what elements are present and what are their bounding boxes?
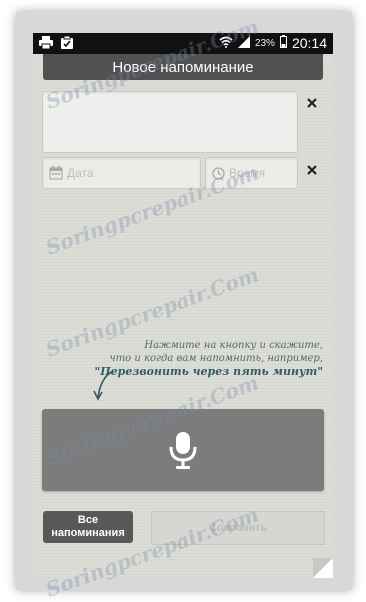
- microphone-icon: [169, 432, 197, 469]
- status-bar: 23% 20:14: [33, 33, 333, 54]
- battery-percent: 23%: [254, 37, 275, 49]
- voice-hint: Нажмите на кнопку и скажите, что и когда…: [93, 339, 323, 378]
- all-reminders-label-2: напоминания: [51, 527, 125, 539]
- wifi-icon: [219, 36, 233, 51]
- time-placeholder: Время: [229, 166, 266, 180]
- phone-screen: 23% 20:14 Новое напоминание Дата Время Н…: [33, 33, 333, 578]
- date-placeholder: Дата: [67, 166, 94, 180]
- print-icon: [39, 36, 53, 52]
- hint-line-2: что и когда вам напомнить, например,: [109, 353, 323, 364]
- close-icon: [307, 98, 317, 108]
- save-button[interactable]: Сохранить: [151, 511, 325, 545]
- clear-datetime-button[interactable]: [305, 164, 319, 178]
- all-reminders-label-1: Все: [77, 514, 99, 526]
- clock-time: 20:14: [291, 35, 327, 51]
- time-field[interactable]: Время: [205, 157, 298, 189]
- microphone-button[interactable]: [42, 409, 324, 491]
- curved-arrow-icon: [93, 370, 114, 401]
- page-title: Новое напоминание: [43, 54, 323, 80]
- date-field[interactable]: Дата: [42, 157, 201, 189]
- close-icon: [307, 165, 317, 175]
- all-reminders-button[interactable]: Все напоминания: [43, 511, 133, 543]
- page-curl-fold: [313, 558, 333, 578]
- signal-icon: [237, 35, 250, 51]
- clipboard-check-icon: [61, 35, 73, 52]
- clock-icon: [212, 166, 225, 180]
- hint-line-1: Нажмите на кнопку и скажите,: [144, 340, 323, 351]
- calendar-icon: [49, 166, 63, 180]
- hint-example: "Перезвонить через пять минут": [94, 365, 323, 378]
- reminder-text-field[interactable]: [42, 91, 298, 153]
- clear-text-button[interactable]: [305, 97, 319, 111]
- battery-icon: [279, 35, 287, 51]
